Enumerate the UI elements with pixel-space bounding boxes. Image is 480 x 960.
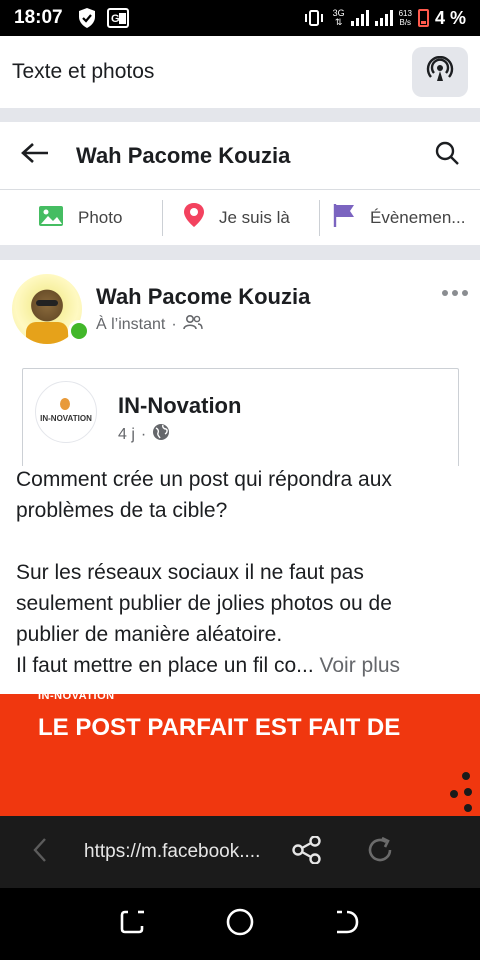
compose-header: Texte et photos [0, 36, 480, 108]
meta-separator: · [171, 315, 177, 333]
battery-percent: 4 % [434, 7, 466, 28]
flag-icon [332, 202, 356, 233]
reload-icon[interactable] [364, 834, 396, 871]
page-logo-text: IN-NOVATION [40, 413, 92, 423]
translate-icon: G [106, 8, 129, 28]
url-field[interactable]: https://m.facebook.... [84, 841, 260, 863]
post-text-line: publier de manière aléatoire. [16, 623, 283, 646]
back-arrow-icon[interactable] [20, 141, 50, 170]
event-action[interactable]: Évènemen... [320, 198, 478, 238]
decorative-dot [450, 790, 458, 798]
data-arrows-icon: ⇅ [334, 17, 343, 27]
back-nav-icon[interactable] [333, 908, 361, 941]
online-indicator [68, 320, 90, 342]
more-options-icon[interactable] [442, 290, 468, 296]
banner-brand: IN-NOVATION [38, 694, 115, 702]
battery-icon [417, 9, 429, 27]
browser-toolbar: https://m.facebook.... [0, 816, 480, 888]
post-text-line: Il faut mettre en place un fil co... Voi… [16, 650, 466, 681]
post-time[interactable]: À l’instant [96, 316, 165, 334]
post-image[interactable]: IN-NOVATION LE POST PARFAIT EST FAIT DE [0, 694, 480, 816]
section-divider [0, 246, 480, 260]
status-bar: 18:07 G 3G ⇅ 613 B/s 4 % [0, 0, 480, 36]
banner-headline: LE POST PARFAIT EST FAIT DE [38, 714, 401, 741]
system-nav-bar [0, 888, 480, 960]
post-meta: À l’instant · [96, 314, 203, 335]
shield-icon [77, 7, 97, 29]
post-text-line: Comment crée un post qui répondra aux [16, 468, 392, 491]
network-indicator: 3G ⇅ [333, 9, 345, 27]
shared-post-card[interactable]: IN-NOVATION IN-Novation 4 j · [22, 368, 459, 466]
see-more-link[interactable]: Voir plus [320, 654, 401, 677]
post-header: Wah Pacome Kouzia À l’instant · [0, 260, 480, 356]
post-text-line: problèmes de ta cible? [16, 499, 228, 522]
checkin-action[interactable]: Je suis là [163, 198, 319, 238]
photo-action[interactable]: Photo [0, 198, 162, 238]
location-pin-icon [183, 202, 205, 233]
post-author[interactable]: Wah Pacome Kouzia [96, 284, 310, 310]
event-label: Évènemen... [370, 207, 466, 227]
home-icon[interactable] [225, 907, 255, 942]
live-button[interactable] [412, 47, 468, 97]
post-text-line: Sur les réseaux sociaux il ne faut pas [16, 561, 364, 584]
svg-text:G: G [111, 13, 120, 25]
recents-icon[interactable] [119, 908, 147, 941]
speed-unit: B/s [399, 18, 412, 27]
status-time: 18:07 [14, 7, 63, 28]
share-icon[interactable] [292, 834, 322, 869]
meta-separator: · [140, 425, 147, 443]
shared-time[interactable]: 4 j [118, 426, 135, 444]
back-chevron-icon[interactable] [32, 837, 48, 868]
decorative-dot [464, 804, 472, 812]
friends-audience-icon[interactable] [182, 314, 203, 335]
signal-icon [350, 10, 369, 26]
speed-indicator: 613 B/s [399, 9, 412, 27]
photo-label: Photo [78, 207, 123, 227]
signal-icon-2 [374, 10, 393, 26]
composer-actions: Photo Je suis là Évènemen... [0, 190, 480, 246]
post-text-line: seulement publier de jolies photos ou de [16, 592, 392, 615]
compose-title: Texte et photos [12, 60, 155, 83]
page-logo[interactable]: IN-NOVATION [35, 381, 97, 443]
decorative-dot [464, 788, 472, 796]
profile-name: Wah Pacome Kouzia [76, 142, 291, 168]
section-divider [0, 108, 480, 122]
page-name[interactable]: IN-Novation [118, 393, 241, 419]
vibrate-icon [303, 9, 325, 27]
search-icon[interactable] [434, 140, 460, 171]
speed-value: 613 [398, 9, 412, 18]
post-text: Comment crée un post qui répondra aux pr… [16, 464, 466, 681]
profile-header: Wah Pacome Kouzia [0, 122, 480, 190]
post-text-truncated: Il faut mettre en place un fil co... [16, 654, 314, 677]
checkin-label: Je suis là [219, 207, 290, 227]
decorative-dot [462, 772, 470, 780]
shared-meta: 4 j · [118, 423, 170, 446]
broadcast-icon [426, 55, 454, 89]
globe-icon [152, 423, 170, 446]
photo-icon [38, 203, 64, 232]
